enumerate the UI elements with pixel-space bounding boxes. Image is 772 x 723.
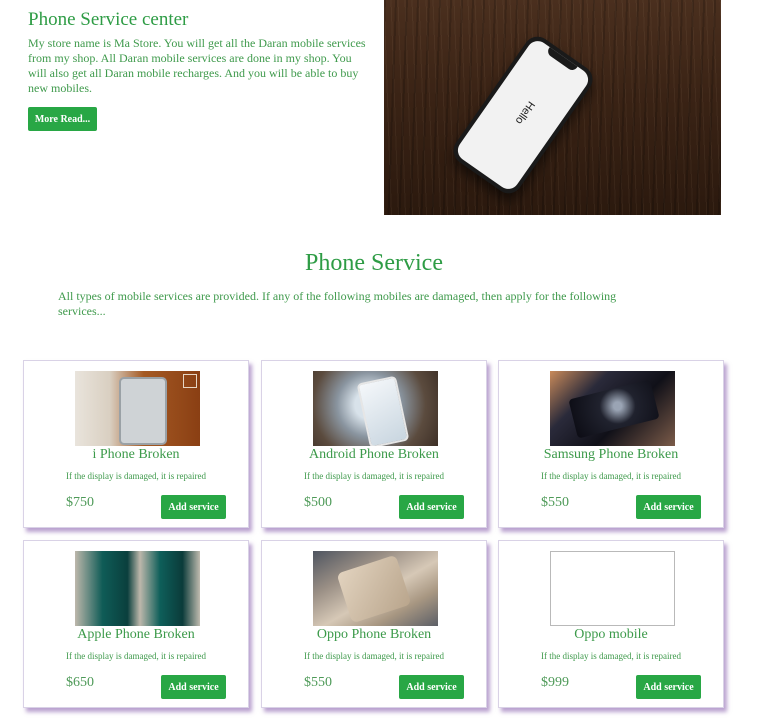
service-card-android: Android Phone Broken If the display is d… [261,360,487,528]
add-service-button[interactable]: Add service [636,495,701,519]
card-description: If the display is damaged, it is repaire… [304,471,444,481]
card-description: If the display is damaged, it is repaire… [541,651,681,661]
add-service-button[interactable]: Add service [161,675,226,699]
card-description: If the display is damaged, it is repaire… [304,651,444,661]
service-card-oppo-broken: Oppo Phone Broken If the display is dama… [261,540,487,708]
shattered-screen-shape [568,379,660,439]
services-title: Phone Service [305,250,443,276]
services-description: All types of mobile services are provide… [58,289,617,318]
broken-apple-image [75,551,200,626]
card-title: Oppo mobile [574,627,648,642]
broken-oppo-image [313,551,438,626]
card-title: Android Phone Broken [309,447,439,462]
cracked-screen-shape [356,375,410,446]
service-card-samsung: Samsung Phone Broken If the display is d… [498,360,724,528]
more-read-button[interactable]: More Read... [28,107,97,131]
card-description: If the display is damaged, it is repaire… [541,471,681,481]
card-price: $650 [66,675,94,690]
card-title: i Phone Broken [92,447,180,462]
card-price: $550 [304,675,332,690]
card-price: $750 [66,495,94,510]
hero-phone-image: Hello [384,0,721,215]
broken-iphone-image [75,371,200,446]
card-title: Samsung Phone Broken [543,447,679,462]
add-service-button[interactable]: Add service [161,495,226,519]
add-service-button[interactable]: Add service [636,675,701,699]
add-service-button[interactable]: Add service [399,495,464,519]
add-service-button[interactable]: Add service [399,675,464,699]
hero-title: Phone Service center [28,9,189,30]
card-description: If the display is damaged, it is repaire… [66,471,206,481]
broken-android-image [313,371,438,446]
card-price: $500 [304,495,332,510]
card-price: $550 [541,495,569,510]
smartphone-illustration: Hello [448,31,598,199]
phone-screen-text: Hello [512,98,537,127]
phone-screen: Hello [453,36,593,194]
service-card-oppo-mobile: Oppo mobile If the display is damaged, i… [498,540,724,708]
missing-image-placeholder [550,551,675,626]
broken-samsung-image [550,371,675,446]
phone-internals-shape [119,377,167,445]
service-card-iphone: i Phone Broken If the display is damaged… [23,360,249,528]
card-price: $999 [541,675,569,690]
card-description: If the display is damaged, it is repaire… [66,651,206,661]
cracked-back-shape [336,554,412,624]
card-title: Apple Phone Broken [77,627,195,642]
service-card-apple: Apple Phone Broken If the display is dam… [23,540,249,708]
camera-grid-shape [183,374,197,388]
hero-description: My store name is Ma Store. You will get … [28,36,366,95]
card-title: Oppo Phone Broken [316,627,432,642]
